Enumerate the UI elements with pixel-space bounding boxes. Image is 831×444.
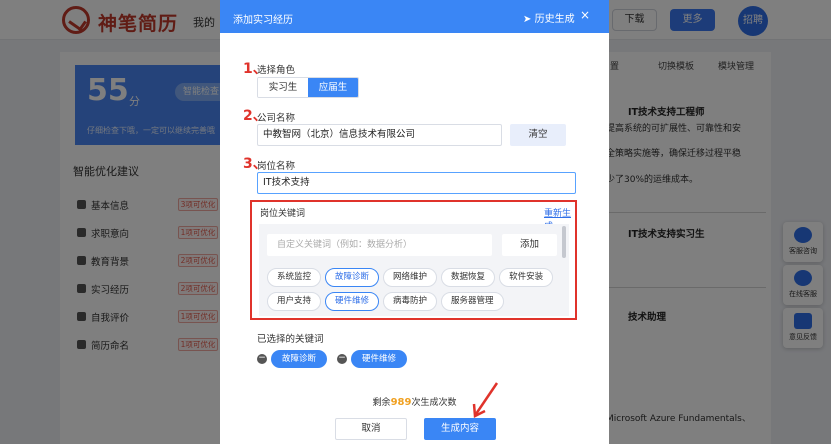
role-selector: 实习生 应届生 bbox=[257, 77, 359, 98]
history-label: 历史生成 bbox=[534, 14, 575, 25]
company-label: 公司名称 bbox=[257, 113, 296, 124]
remove-icon[interactable]: − bbox=[337, 354, 348, 364]
position-label: 岗位名称 bbox=[257, 161, 296, 172]
custom-keyword-input[interactable]: 自定义关键词（例如：数据分析） bbox=[267, 234, 492, 256]
selected-keyword-chip[interactable]: 硬件维修 bbox=[351, 350, 408, 368]
pointer-arrow-icon bbox=[472, 382, 499, 418]
keywords-label: 岗位关键词 bbox=[260, 209, 306, 219]
scrollbar[interactable] bbox=[562, 226, 566, 258]
keyword-chip[interactable]: 病毒防护 bbox=[383, 292, 438, 311]
remaining-count: 剩余989次生成次数 bbox=[220, 395, 609, 408]
keywords-panel: 岗位关键词 重新生成 自定义关键词（例如：数据分析） 添加 系统监控 故障诊断 … bbox=[250, 200, 577, 320]
remain-number: 989 bbox=[390, 397, 412, 408]
keyword-chip[interactable]: 软件安装 bbox=[499, 268, 554, 287]
remove-icon[interactable]: − bbox=[257, 354, 267, 364]
clear-button[interactable]: 清空 bbox=[510, 124, 566, 146]
history-generate-button[interactable]: ➤ 历史生成 bbox=[523, 10, 575, 25]
keyword-chip[interactable]: 用户支持 bbox=[267, 292, 322, 311]
modal-title: 添加实习经历 bbox=[233, 15, 293, 26]
add-internship-modal: 添加实习经历 ➤ 历史生成 × 1、 选择角色 实习生 应届生 2、 公司名称 … bbox=[220, 0, 609, 444]
selected-keyword: − 故障诊断 bbox=[257, 350, 328, 368]
keyword-chip-selected[interactable]: 故障诊断 bbox=[325, 268, 380, 287]
modal-header: 添加实习经历 ➤ 历史生成 × bbox=[220, 0, 609, 33]
keyword-chip[interactable]: 数据恢复 bbox=[441, 268, 496, 287]
keyword-chips: 系统监控 故障诊断 网络维护 数据恢复 软件安装 用户支持 硬件维修 病毒防护 … bbox=[267, 268, 562, 311]
generate-button[interactable]: 生成内容 bbox=[424, 418, 496, 440]
remain-prefix: 剩余 bbox=[372, 398, 391, 408]
keyword-chip[interactable]: 网络维护 bbox=[383, 268, 438, 287]
add-keyword-button[interactable]: 添加 bbox=[502, 234, 557, 256]
position-input[interactable]: IT技术支持 bbox=[257, 172, 576, 194]
role-option-intern[interactable]: 实习生 bbox=[258, 78, 308, 97]
role-option-graduate[interactable]: 应届生 bbox=[308, 78, 358, 97]
cancel-button[interactable]: 取消 bbox=[335, 418, 407, 440]
keyword-chip[interactable]: 服务器管理 bbox=[441, 292, 504, 311]
remain-suffix: 次生成次数 bbox=[411, 398, 457, 408]
role-label: 选择角色 bbox=[257, 65, 296, 76]
selected-keywords-label: 已选择的关键词 bbox=[257, 334, 324, 345]
keywords-area: 自定义关键词（例如：数据分析） 添加 系统监控 故障诊断 网络维护 数据恢复 软… bbox=[259, 224, 569, 316]
selected-keywords: − 故障诊断 − 硬件维修 bbox=[257, 350, 408, 368]
selected-keyword-chip[interactable]: 故障诊断 bbox=[271, 350, 328, 368]
send-icon: ➤ bbox=[523, 14, 532, 25]
keyword-chip-selected[interactable]: 硬件维修 bbox=[325, 292, 380, 311]
close-icon[interactable]: × bbox=[580, 8, 590, 22]
selected-keyword: − 硬件维修 bbox=[337, 350, 408, 368]
company-input[interactable]: 中教智网（北京）信息技术有限公司 bbox=[257, 124, 502, 146]
keyword-chip[interactable]: 系统监控 bbox=[267, 268, 322, 287]
